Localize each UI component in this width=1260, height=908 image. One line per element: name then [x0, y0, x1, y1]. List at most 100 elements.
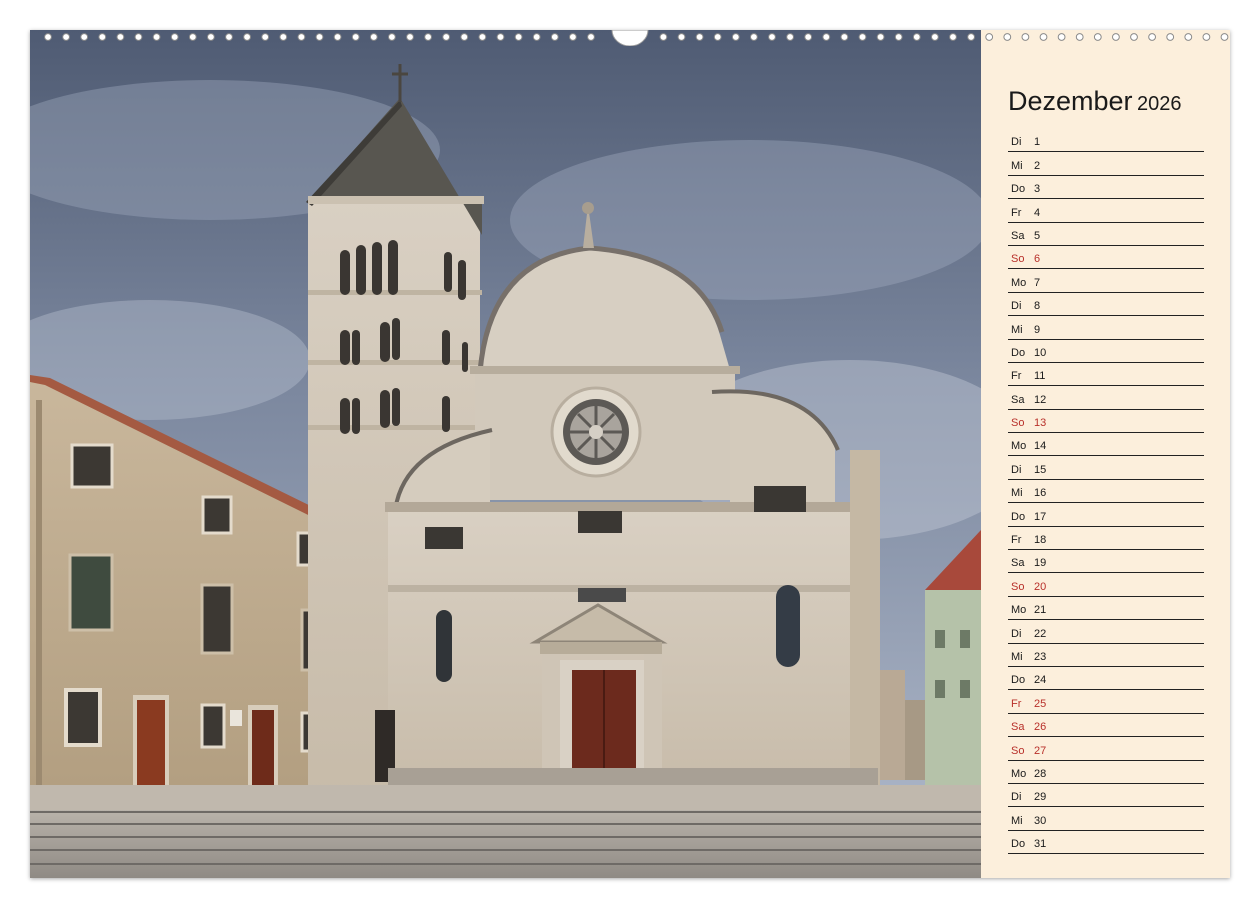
day-row: Mo 7	[1008, 269, 1204, 293]
weekday: Mi	[1011, 323, 1023, 336]
day-row: Do 10	[1008, 340, 1204, 363]
day-row: Do 31	[1008, 831, 1204, 855]
day-row: So 13	[1008, 410, 1204, 434]
day-row: So 20	[1008, 573, 1204, 597]
day-row: Mo 21	[1008, 597, 1204, 621]
day-row: Fr 4	[1008, 199, 1204, 223]
church-photo	[30, 30, 981, 878]
weekday: So	[1011, 744, 1025, 757]
day-number: 12	[1034, 393, 1047, 406]
weekday: Mi	[1011, 487, 1023, 500]
year: 2026	[1137, 93, 1182, 115]
day-row: Fr 11	[1008, 363, 1204, 387]
day-row: Sa 19	[1008, 550, 1204, 574]
weekday: Di	[1011, 463, 1022, 476]
calendar-page: Dezember 2026 Di 1 Mi 2 Do 3 Fr 4 Sa 5 So 6 Mo 7 Di 8 Mi…	[30, 30, 1230, 878]
day-number: 27	[1034, 744, 1047, 757]
weekday: So	[1011, 417, 1025, 430]
weekday: Do	[1011, 510, 1026, 523]
day-number: 23	[1034, 650, 1047, 663]
day-number: 22	[1034, 627, 1047, 640]
day-row: Do 24	[1008, 667, 1204, 691]
weekday: Sa	[1011, 557, 1025, 570]
weekday: Fr	[1011, 206, 1022, 219]
weekday: Di	[1011, 300, 1022, 313]
weekday: So	[1011, 253, 1025, 266]
weekday: Mi	[1011, 814, 1023, 827]
day-row: Sa 5	[1008, 223, 1204, 246]
day-number: 31	[1034, 838, 1047, 851]
day-row: Di 8	[1008, 293, 1204, 317]
weekday: Do	[1011, 346, 1026, 359]
day-number: 5	[1034, 229, 1041, 242]
day-number: 1	[1034, 136, 1041, 149]
steps	[30, 785, 981, 878]
weekday: Sa	[1011, 393, 1025, 406]
day-row: Sa 26	[1008, 714, 1204, 738]
weekday: Di	[1011, 791, 1022, 804]
day-number: 11	[1034, 370, 1046, 383]
day-number: 3	[1034, 183, 1041, 196]
day-row: Di 1	[1008, 129, 1204, 153]
day-number: 20	[1034, 580, 1047, 593]
day-row: Mo 14	[1008, 433, 1204, 457]
weekday: Mi	[1011, 159, 1023, 172]
weekday: Fr	[1011, 370, 1022, 383]
weekday: Mo	[1011, 440, 1027, 453]
day-row: Sa 12	[1008, 386, 1204, 410]
weekday: Mo	[1011, 604, 1027, 617]
month-title: Dezember 2026	[1008, 86, 1182, 117]
weekday: Di	[1011, 627, 1022, 640]
day-number: 7	[1034, 276, 1041, 289]
weekday: Do	[1011, 838, 1026, 851]
weekday: Mo	[1011, 276, 1027, 289]
day-row: Mi 2	[1008, 152, 1204, 176]
day-row: Di 22	[1008, 620, 1204, 644]
weekday: Mo	[1011, 767, 1027, 780]
month-name: Dezember	[1008, 86, 1133, 116]
day-row: Di 15	[1008, 456, 1204, 480]
day-number: 14	[1034, 440, 1047, 453]
weekday: Di	[1011, 136, 1022, 149]
day-number: 16	[1034, 487, 1047, 500]
day-number: 25	[1034, 697, 1047, 710]
weekday: So	[1011, 580, 1025, 593]
day-number: 17	[1034, 510, 1047, 523]
day-row: Mo 28	[1008, 761, 1204, 784]
day-row: So 27	[1008, 737, 1204, 761]
weekday: Do	[1011, 183, 1026, 196]
day-number: 19	[1034, 557, 1047, 570]
day-number: 29	[1034, 791, 1047, 804]
day-number: 4	[1034, 206, 1041, 219]
weekday: Mi	[1011, 650, 1023, 663]
calendar-panel: Dezember 2026 Di 1 Mi 2 Do 3 Fr 4 Sa 5 So 6 Mo 7 Di 8 Mi…	[981, 30, 1230, 878]
day-number: 10	[1034, 346, 1047, 359]
day-row: Mi 9	[1008, 316, 1204, 340]
day-row: So 6	[1008, 246, 1204, 270]
day-number: 26	[1034, 721, 1047, 734]
weekday: Sa	[1011, 721, 1025, 734]
day-number: 6	[1034, 253, 1041, 266]
weekday: Fr	[1011, 534, 1022, 547]
day-number: 24	[1034, 674, 1047, 687]
day-number: 13	[1034, 417, 1047, 430]
day-number: 9	[1034, 323, 1041, 336]
day-number: 21	[1034, 604, 1047, 617]
day-row: Fr 25	[1008, 690, 1204, 714]
day-row: Mi 30	[1008, 807, 1204, 831]
weekday: Sa	[1011, 229, 1025, 242]
day-number: 15	[1034, 463, 1047, 476]
day-list: Di 1 Mi 2 Do 3 Fr 4 Sa 5 So 6 Mo 7 Di 8 Mi 9 Do 10 Fr 11 Sa 12 S…	[1008, 129, 1204, 855]
weekday: Fr	[1011, 697, 1022, 710]
day-row: Mi 16	[1008, 480, 1204, 504]
day-row: Di 29	[1008, 784, 1204, 808]
day-row: Fr 18	[1008, 527, 1204, 551]
day-row: Do 3	[1008, 176, 1204, 200]
day-number: 30	[1034, 814, 1047, 827]
day-number: 2	[1034, 159, 1041, 172]
day-number: 28	[1034, 767, 1047, 780]
day-number: 18	[1034, 534, 1047, 547]
weekday: Do	[1011, 674, 1026, 687]
day-number: 8	[1034, 300, 1041, 313]
day-row: Mi 23	[1008, 644, 1204, 667]
